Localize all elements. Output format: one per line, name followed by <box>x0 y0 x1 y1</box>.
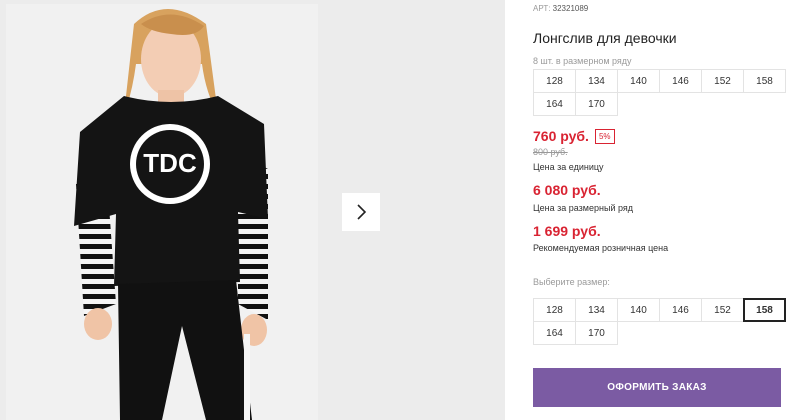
pack-size-grid: 128 134 140 146 152 158 164 170 <box>533 69 786 116</box>
pack-size-cell: 134 <box>575 69 618 93</box>
unit-price-row: 760 руб. 5% <box>533 128 615 144</box>
chevron-right-icon <box>357 204 367 220</box>
pack-price: 6 080 руб. <box>533 182 601 198</box>
retail-price-label: Рекомендуемая розничная цена <box>533 243 669 253</box>
size-select-label: Выберите размер: <box>533 277 610 287</box>
size-option-146[interactable]: 146 <box>659 298 702 322</box>
unit-price: 760 руб. <box>533 128 589 144</box>
article-value: 32321089 <box>552 4 589 13</box>
gallery-next-button[interactable] <box>342 193 380 231</box>
pack-size-cell: 128 <box>533 69 576 93</box>
size-option-158[interactable]: 158 <box>743 298 786 322</box>
old-price: 800 руб. <box>533 147 568 157</box>
product-title: Лонгслив для девочки <box>533 30 677 46</box>
size-option-128[interactable]: 128 <box>533 298 576 322</box>
svg-text:TDC: TDC <box>143 148 197 178</box>
product-info: АРТ: 32321089 Лонгслив для девочки 8 шт.… <box>533 0 800 420</box>
size-selector: 128 134 140 146 152 158 164 170 <box>533 298 786 345</box>
article-label: АРТ: <box>533 4 551 13</box>
article-number: АРТ: 32321089 <box>533 4 588 13</box>
size-option-170[interactable]: 170 <box>575 321 618 345</box>
pack-size-cell: 164 <box>533 92 576 116</box>
pack-size-cell: 170 <box>575 92 618 116</box>
size-option-140[interactable]: 140 <box>617 298 660 322</box>
size-option-164[interactable]: 164 <box>533 321 576 345</box>
pack-size-cell: 146 <box>659 69 702 93</box>
pack-size-cell: 140 <box>617 69 660 93</box>
unit-price-label: Цена за единицу <box>533 162 604 172</box>
discount-badge: 5% <box>594 128 615 144</box>
product-image: TDC <box>6 4 318 420</box>
product-gallery: TDC <box>0 0 505 420</box>
size-option-152[interactable]: 152 <box>701 298 744 322</box>
pack-size-cell: 152 <box>701 69 744 93</box>
place-order-button[interactable]: ОФОРМИТЬ ЗАКАЗ <box>533 368 781 407</box>
pack-note: 8 шт. в размерном ряду <box>533 56 632 66</box>
pack-price-label: Цена за размерный ряд <box>533 203 634 213</box>
product-photo[interactable]: TDC <box>6 4 318 420</box>
size-option-134[interactable]: 134 <box>575 298 618 322</box>
retail-price: 1 699 руб. <box>533 223 601 239</box>
pack-size-cell: 158 <box>743 69 786 93</box>
